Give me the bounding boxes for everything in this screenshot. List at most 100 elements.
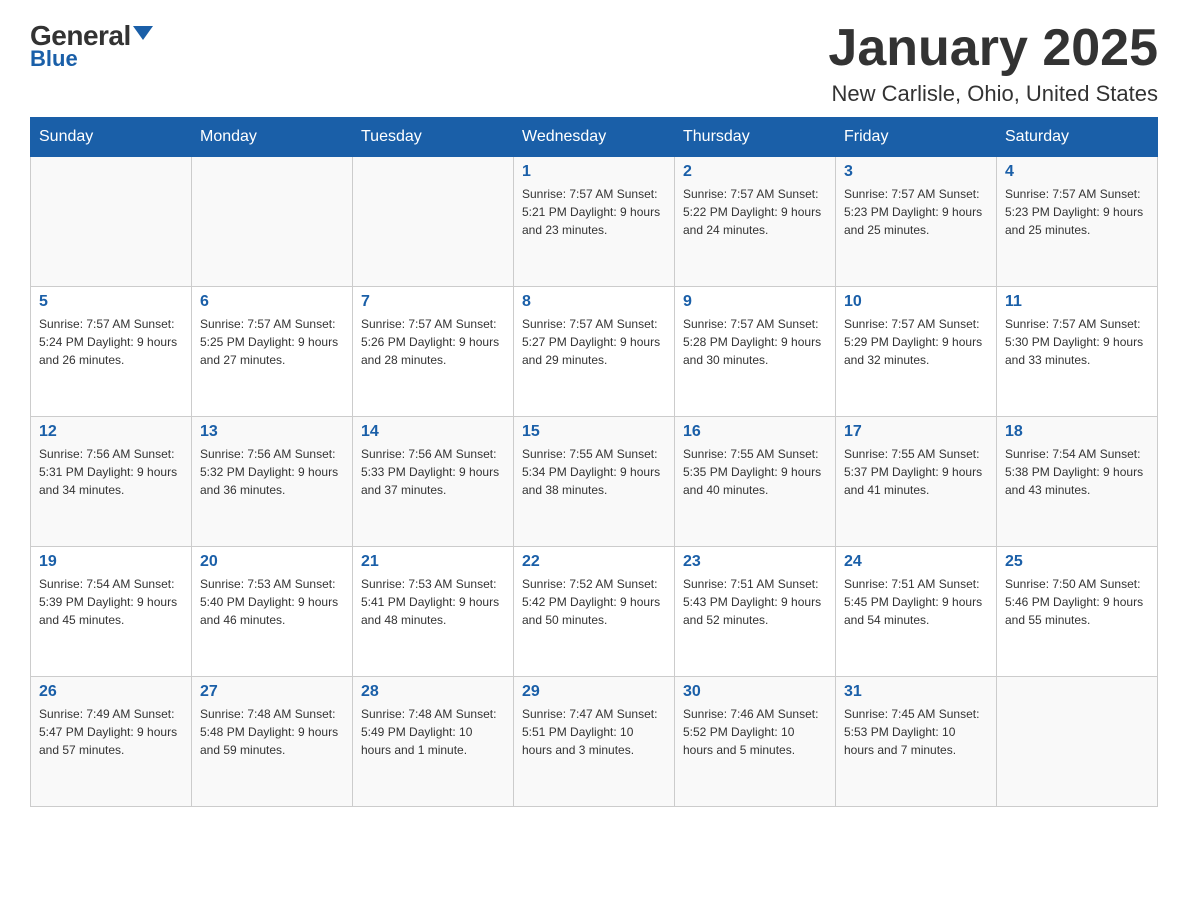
day-info: Sunrise: 7:56 AM Sunset: 5:32 PM Dayligh… xyxy=(200,445,344,499)
calendar-subtitle: New Carlisle, Ohio, United States xyxy=(828,81,1158,107)
days-of-week-row: SundayMondayTuesdayWednesdayThursdayFrid… xyxy=(31,118,1158,157)
day-number: 13 xyxy=(200,423,344,441)
day-number: 2 xyxy=(683,163,827,181)
day-info: Sunrise: 7:57 AM Sunset: 5:30 PM Dayligh… xyxy=(1005,315,1149,369)
day-info: Sunrise: 7:57 AM Sunset: 5:24 PM Dayligh… xyxy=(39,315,183,369)
calendar-cell: 13 Sunrise: 7:56 AM Sunset: 5:32 PM Dayli… xyxy=(192,417,353,547)
day-number: 27 xyxy=(200,683,344,701)
calendar-cell: 9Sunrise: 7:57 AM Sunset: 5:28 PM Daylig… xyxy=(675,287,836,417)
day-info: Sunrise: 7:53 AM Sunset: 5:40 PM Dayligh… xyxy=(200,575,344,629)
day-number: 11 xyxy=(1005,293,1149,311)
title-block: January 2025 New Carlisle, Ohio, United … xyxy=(828,20,1158,107)
day-number: 4 xyxy=(1005,163,1149,181)
day-of-week-header: Friday xyxy=(836,118,997,157)
calendar-cell: 19 Sunrise: 7:54 AM Sunset: 5:39 PM Dayli… xyxy=(31,547,192,677)
day-info: Sunrise: 7:51 AM Sunset: 5:43 PM Dayligh… xyxy=(683,575,827,629)
logo-triangle-icon xyxy=(133,26,153,40)
calendar-week-row: 5 Sunrise: 7:57 AM Sunset: 5:24 PM Daylig… xyxy=(31,287,1158,417)
calendar-cell: 1Sunrise: 7:57 AM Sunset: 5:21 PM Daylig… xyxy=(514,157,675,287)
day-info: Sunrise: 7:56 AM Sunset: 5:31 PM Dayligh… xyxy=(39,445,183,499)
day-info: Sunrise: 7:51 AM Sunset: 5:45 PM Dayligh… xyxy=(844,575,988,629)
day-number: 30 xyxy=(683,683,827,701)
day-info: Sunrise: 7:54 AM Sunset: 5:39 PM Dayligh… xyxy=(39,575,183,629)
day-number: 10 xyxy=(844,293,988,311)
day-info: Sunrise: 7:56 AM Sunset: 5:33 PM Dayligh… xyxy=(361,445,505,499)
calendar-table: SundayMondayTuesdayWednesdayThursdayFrid… xyxy=(30,117,1158,807)
day-info: Sunrise: 7:55 AM Sunset: 5:35 PM Dayligh… xyxy=(683,445,827,499)
calendar-cell: 7 Sunrise: 7:57 AM Sunset: 5:26 PM Daylig… xyxy=(353,287,514,417)
calendar-cell: 21 Sunrise: 7:53 AM Sunset: 5:41 PM Dayli… xyxy=(353,547,514,677)
calendar-cell: 20 Sunrise: 7:53 AM Sunset: 5:40 PM Dayli… xyxy=(192,547,353,677)
calendar-cell: 29Sunrise: 7:47 AM Sunset: 5:51 PM Dayli… xyxy=(514,677,675,807)
calendar-cell xyxy=(192,157,353,287)
day-info: Sunrise: 7:57 AM Sunset: 5:28 PM Dayligh… xyxy=(683,315,827,369)
day-info: Sunrise: 7:49 AM Sunset: 5:47 PM Dayligh… xyxy=(39,705,183,759)
day-number: 24 xyxy=(844,553,988,571)
day-number: 18 xyxy=(1005,423,1149,441)
day-info: Sunrise: 7:48 AM Sunset: 5:49 PM Dayligh… xyxy=(361,705,505,759)
day-of-week-header: Wednesday xyxy=(514,118,675,157)
calendar-cell: 3Sunrise: 7:57 AM Sunset: 5:23 PM Daylig… xyxy=(836,157,997,287)
day-of-week-header: Saturday xyxy=(997,118,1158,157)
day-number: 7 xyxy=(361,293,505,311)
day-number: 6 xyxy=(200,293,344,311)
calendar-cell xyxy=(31,157,192,287)
day-info: Sunrise: 7:57 AM Sunset: 5:26 PM Dayligh… xyxy=(361,315,505,369)
day-number: 19 xyxy=(39,553,183,571)
day-number: 23 xyxy=(683,553,827,571)
day-number: 21 xyxy=(361,553,505,571)
calendar-cell: 6 Sunrise: 7:57 AM Sunset: 5:25 PM Daylig… xyxy=(192,287,353,417)
day-number: 28 xyxy=(361,683,505,701)
calendar-cell: 4 Sunrise: 7:57 AM Sunset: 5:23 PM Daylig… xyxy=(997,157,1158,287)
day-info: Sunrise: 7:54 AM Sunset: 5:38 PM Dayligh… xyxy=(1005,445,1149,499)
day-info: Sunrise: 7:57 AM Sunset: 5:23 PM Dayligh… xyxy=(1005,185,1149,239)
day-number: 17 xyxy=(844,423,988,441)
calendar-cell: 27Sunrise: 7:48 AM Sunset: 5:48 PM Dayli… xyxy=(192,677,353,807)
page-header: General Blue January 2025 New Carlisle, … xyxy=(30,20,1158,107)
day-info: Sunrise: 7:57 AM Sunset: 5:25 PM Dayligh… xyxy=(200,315,344,369)
day-info: Sunrise: 7:57 AM Sunset: 5:29 PM Dayligh… xyxy=(844,315,988,369)
calendar-cell xyxy=(353,157,514,287)
day-info: Sunrise: 7:45 AM Sunset: 5:53 PM Dayligh… xyxy=(844,705,988,759)
day-number: 20 xyxy=(200,553,344,571)
day-info: Sunrise: 7:55 AM Sunset: 5:34 PM Dayligh… xyxy=(522,445,666,499)
day-number: 22 xyxy=(522,553,666,571)
calendar-cell: 8 Sunrise: 7:57 AM Sunset: 5:27 PM Daylig… xyxy=(514,287,675,417)
day-info: Sunrise: 7:50 AM Sunset: 5:46 PM Dayligh… xyxy=(1005,575,1149,629)
calendar-cell: 22 Sunrise: 7:52 AM Sunset: 5:42 PM Dayli… xyxy=(514,547,675,677)
day-info: Sunrise: 7:57 AM Sunset: 5:21 PM Dayligh… xyxy=(522,185,666,239)
calendar-title: January 2025 xyxy=(828,20,1158,77)
calendar-week-row: 26Sunrise: 7:49 AM Sunset: 5:47 PM Dayli… xyxy=(31,677,1158,807)
day-info: Sunrise: 7:57 AM Sunset: 5:27 PM Dayligh… xyxy=(522,315,666,369)
day-number: 12 xyxy=(39,423,183,441)
calendar-cell: 25 Sunrise: 7:50 AM Sunset: 5:46 PM Dayli… xyxy=(997,547,1158,677)
calendar-cell: 30 Sunrise: 7:46 AM Sunset: 5:52 PM Dayli… xyxy=(675,677,836,807)
calendar-cell: 24 Sunrise: 7:51 AM Sunset: 5:45 PM Dayli… xyxy=(836,547,997,677)
calendar-week-row: 1Sunrise: 7:57 AM Sunset: 5:21 PM Daylig… xyxy=(31,157,1158,287)
calendar-cell: 16 Sunrise: 7:55 AM Sunset: 5:35 PM Dayli… xyxy=(675,417,836,547)
day-info: Sunrise: 7:53 AM Sunset: 5:41 PM Dayligh… xyxy=(361,575,505,629)
calendar-cell: 17Sunrise: 7:55 AM Sunset: 5:37 PM Dayli… xyxy=(836,417,997,547)
day-number: 31 xyxy=(844,683,988,701)
day-info: Sunrise: 7:57 AM Sunset: 5:23 PM Dayligh… xyxy=(844,185,988,239)
calendar-cell: 23 Sunrise: 7:51 AM Sunset: 5:43 PM Dayli… xyxy=(675,547,836,677)
calendar-cell: 15 Sunrise: 7:55 AM Sunset: 5:34 PM Dayli… xyxy=(514,417,675,547)
calendar-week-row: 12 Sunrise: 7:56 AM Sunset: 5:31 PM Dayli… xyxy=(31,417,1158,547)
logo-blue-text: Blue xyxy=(30,46,78,72)
day-number: 8 xyxy=(522,293,666,311)
calendar-cell: 2Sunrise: 7:57 AM Sunset: 5:22 PM Daylig… xyxy=(675,157,836,287)
day-number: 25 xyxy=(1005,553,1149,571)
logo: General Blue xyxy=(30,20,153,72)
day-number: 15 xyxy=(522,423,666,441)
day-info: Sunrise: 7:46 AM Sunset: 5:52 PM Dayligh… xyxy=(683,705,827,759)
day-number: 16 xyxy=(683,423,827,441)
day-info: Sunrise: 7:52 AM Sunset: 5:42 PM Dayligh… xyxy=(522,575,666,629)
calendar-cell: 5 Sunrise: 7:57 AM Sunset: 5:24 PM Daylig… xyxy=(31,287,192,417)
day-number: 5 xyxy=(39,293,183,311)
day-info: Sunrise: 7:47 AM Sunset: 5:51 PM Dayligh… xyxy=(522,705,666,759)
day-of-week-header: Thursday xyxy=(675,118,836,157)
calendar-cell: 31 Sunrise: 7:45 AM Sunset: 5:53 PM Dayli… xyxy=(836,677,997,807)
calendar-cell: 12 Sunrise: 7:56 AM Sunset: 5:31 PM Dayli… xyxy=(31,417,192,547)
day-number: 14 xyxy=(361,423,505,441)
calendar-cell: 14 Sunrise: 7:56 AM Sunset: 5:33 PM Dayli… xyxy=(353,417,514,547)
